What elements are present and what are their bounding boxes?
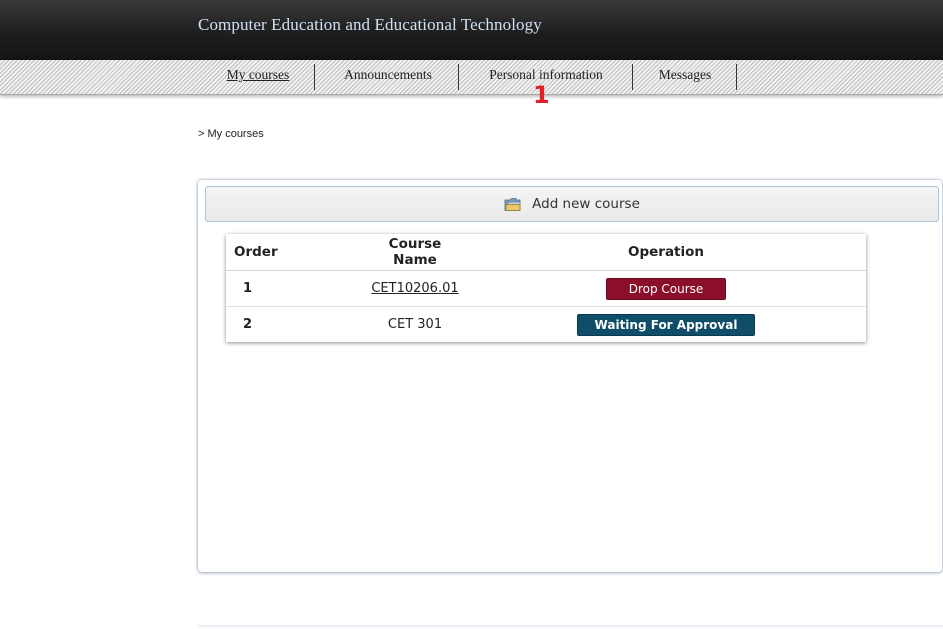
row-order: 1 [226, 270, 364, 307]
nav-separator [736, 64, 737, 90]
nav-my-courses[interactable]: My courses [222, 66, 294, 90]
table-header-row: Order Course Name Operation [226, 234, 866, 271]
courses-table: Order Course Name Operation 1 CET10206.0… [226, 234, 866, 342]
header-operation: Operation [466, 234, 866, 271]
nav-announcements[interactable]: Announcements [336, 66, 440, 90]
add-new-course-label: Add new course [532, 196, 640, 212]
folder-icon [504, 197, 522, 212]
drop-course-button[interactable]: Drop Course [606, 277, 726, 300]
annotation-marker: 1 [533, 81, 550, 109]
row-course-name: CET 301 [387, 317, 443, 332]
table-row: 1 CET10206.01 Drop Course [226, 270, 866, 307]
row-order: 2 [243, 317, 253, 332]
breadcrumb: > My courses [198, 128, 264, 140]
nav-separator [458, 64, 459, 90]
table-row: 2 CET 301 Waiting For Approval [226, 307, 866, 343]
waiting-for-approval-button[interactable]: Waiting For Approval [577, 313, 755, 336]
header-order: Order [226, 234, 364, 271]
course-link[interactable]: CET10206.01 [371, 281, 458, 296]
courses-panel: Add new course Order Course Name Operati… [198, 180, 942, 572]
nav-separator [314, 64, 315, 90]
row-operation: Waiting For Approval [466, 307, 866, 343]
header-bar: Computer Education and Educational Techn… [0, 0, 943, 60]
nav-bar: My courses Announcements Personal inform… [0, 60, 943, 95]
footer-divider [198, 625, 943, 629]
row-operation: Drop Course [466, 270, 866, 307]
header-course-name: Course Name [364, 234, 466, 271]
nav-separator [632, 64, 633, 90]
row-course-name: CET10206.01 [364, 270, 466, 307]
site-title: Computer Education and Educational Techn… [198, 15, 542, 34]
nav-messages[interactable]: Messages [652, 66, 718, 90]
add-new-course-button[interactable]: Add new course [205, 186, 939, 222]
